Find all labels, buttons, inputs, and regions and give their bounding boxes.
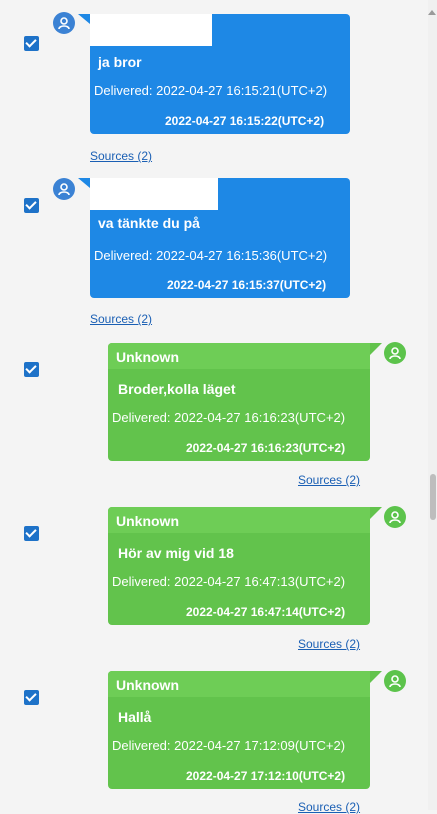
message-bubble: Unknown Hör av mig vid 18 Delivered: 202… [108,507,370,625]
delivered-status: Delivered: 2022-04-27 16:47:13(UTC+2) [112,574,346,589]
bubble-tail [78,178,90,188]
message-timestamp: 2022-04-27 16:47:14(UTC+2) [186,605,346,619]
scrollbar[interactable] [428,0,437,810]
message-body: ja bror [98,54,142,70]
message-body: Broder,kolla läget [118,381,236,397]
message-body: Hör av mig vid 18 [118,545,234,561]
redaction-box [90,14,212,46]
delivered-status: Delivered: 2022-04-27 16:16:23(UTC+2) [112,410,346,425]
sources-link[interactable]: Sources (2) [90,149,152,163]
message-item: ja bror Delivered: 2022-04-27 16:15:21(U… [0,0,428,165]
sources-link[interactable]: Sources (2) [298,637,360,651]
person-icon [384,342,406,364]
message-timestamp: 2022-04-27 16:16:23(UTC+2) [186,441,346,455]
redaction-box [90,178,218,210]
delivered-status: Delivered: 2022-04-27 16:15:21(UTC+2) [94,83,328,98]
message-item: Unknown Hör av mig vid 18 Delivered: 202… [0,504,428,659]
sender-name: Unknown [116,677,179,693]
person-icon [53,178,75,200]
message-body: Hallå [118,709,152,725]
sources-link[interactable]: Sources (2) [298,473,360,487]
person-icon [384,506,406,528]
select-checkbox[interactable] [24,362,39,377]
person-icon [53,12,75,34]
person-icon [384,670,406,692]
message-bubble: Unknown Broder,kolla läget Delivered: 20… [108,343,370,461]
message-item: va tänkte du på Delivered: 2022-04-27 16… [0,170,428,335]
message-timestamp: 2022-04-27 16:15:22(UTC+2) [165,114,325,128]
sources-link[interactable]: Sources (2) [90,312,152,326]
bubble-tail [370,343,382,355]
sources-link[interactable]: Sources (2) [298,800,360,814]
select-checkbox[interactable] [24,690,39,705]
message-bubble: ja bror Delivered: 2022-04-27 16:15:21(U… [90,14,350,134]
sender-name: Unknown [116,513,179,529]
scrollbar-thumb[interactable] [430,474,436,520]
sender-name: Unknown [116,349,179,365]
bubble-tail [370,671,382,683]
select-checkbox[interactable] [24,526,39,541]
message-bubble: Unknown Hallå Delivered: 2022-04-27 17:1… [108,671,370,789]
message-item: Unknown Broder,kolla läget Delivered: 20… [0,340,428,495]
message-timestamp: 2022-04-27 16:15:37(UTC+2) [167,278,327,292]
message-body: va tänkte du på [98,215,200,231]
select-checkbox[interactable] [24,36,39,51]
message-timestamp: 2022-04-27 17:12:10(UTC+2) [186,769,346,783]
delivered-status: Delivered: 2022-04-27 17:12:09(UTC+2) [112,738,346,753]
bubble-tail [370,507,382,519]
scroll-up-arrow-icon[interactable] [428,10,436,15]
bubble-tail [78,14,90,24]
message-item: Unknown Hallå Delivered: 2022-04-27 17:1… [0,668,428,814]
delivered-status: Delivered: 2022-04-27 16:15:36(UTC+2) [94,248,328,263]
message-bubble: va tänkte du på Delivered: 2022-04-27 16… [90,178,350,298]
select-checkbox[interactable] [24,198,39,213]
